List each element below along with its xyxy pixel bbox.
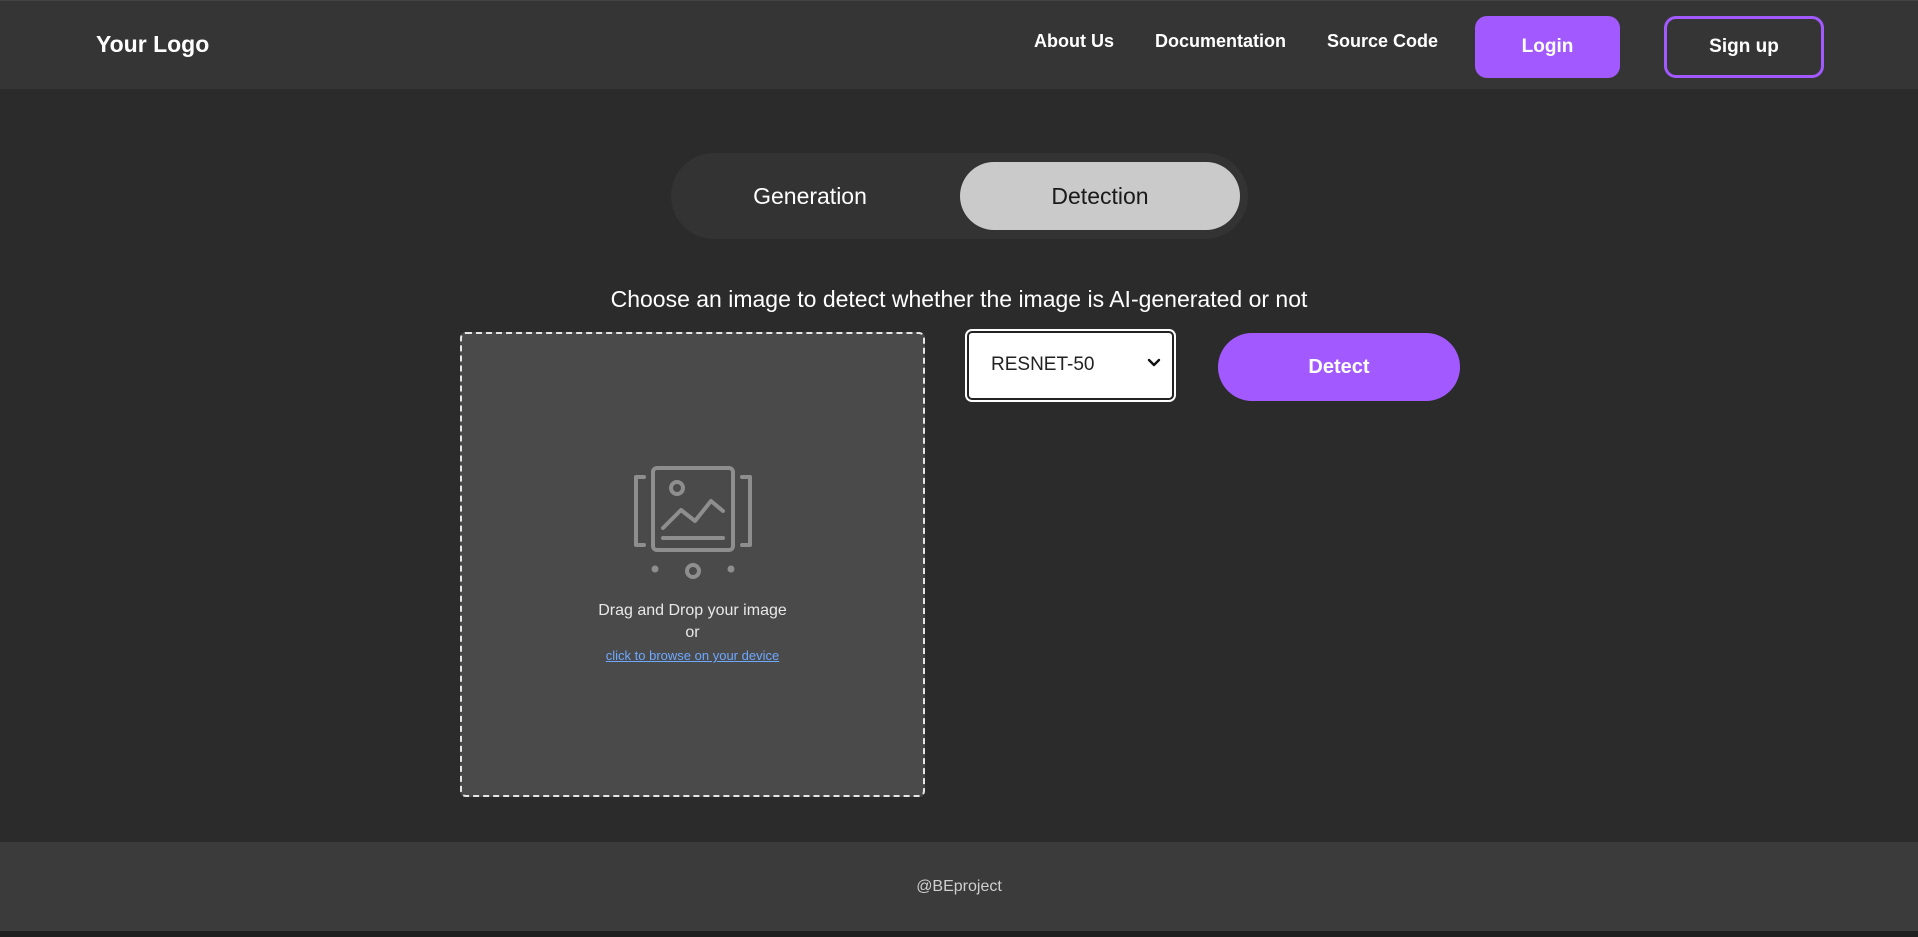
bottom-strip — [0, 931, 1918, 937]
dropzone-instruction: Drag and Drop your image — [598, 602, 787, 619]
browse-device-link[interactable]: click to browse on your device — [462, 648, 923, 663]
nav-source-code-link[interactable]: Source Code — [1327, 31, 1438, 52]
mode-toggle: Generation Detection — [671, 153, 1248, 239]
signup-button[interactable]: Sign up — [1664, 16, 1824, 78]
dropzone-or: or — [685, 624, 700, 641]
instruction-text: Choose an image to detect whether the im… — [610, 286, 1308, 312]
model-select-value: RESNET-50 — [991, 354, 1095, 375]
model-select[interactable]: RESNET-50 — [965, 329, 1176, 402]
logo[interactable]: Your Logo — [96, 31, 209, 58]
chevron-down-icon — [1147, 358, 1161, 367]
detect-button[interactable]: Detect — [1218, 333, 1460, 401]
tab-detection[interactable]: Detection — [960, 162, 1240, 230]
nav-documentation-link[interactable]: Documentation — [1155, 31, 1286, 52]
image-upload-icon — [634, 466, 752, 579]
top-navbar: Your Logo About Us Documentation Source … — [0, 0, 1918, 89]
nav-about-link[interactable]: About Us — [1034, 31, 1114, 52]
login-button[interactable]: Login — [1475, 16, 1620, 78]
tab-generation[interactable]: Generation — [680, 162, 940, 230]
footer: @BEproject — [0, 842, 1918, 931]
image-dropzone[interactable]: Drag and Drop your image or click to bro… — [460, 332, 925, 797]
footer-text: @BEproject — [916, 878, 1002, 895]
